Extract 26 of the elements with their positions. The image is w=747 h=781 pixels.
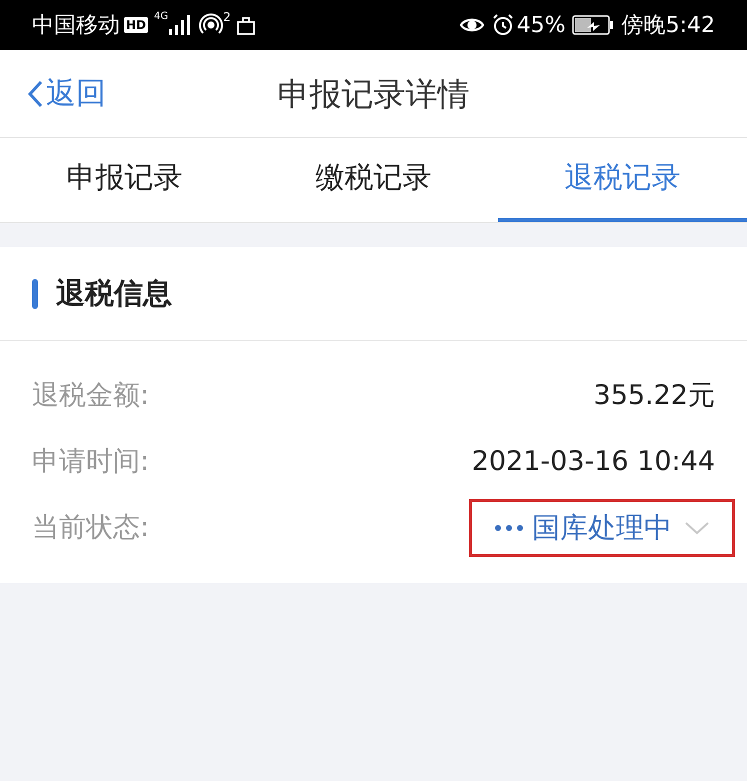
section-title: 退税信息 <box>56 274 172 312</box>
field-value: 355.22元 <box>594 378 715 413</box>
hotspot-count: 2 <box>223 9 231 26</box>
field-label: 申请时间: <box>32 444 150 479</box>
field-label: 退税金额: <box>32 378 150 413</box>
field-value: 2021-03-16 10:44 <box>472 444 715 479</box>
dots-icon <box>494 524 524 532</box>
back-button[interactable]: 返回 <box>26 71 106 116</box>
clock-time: 傍晚5:42 <box>622 12 715 40</box>
chevron-down-icon <box>684 521 710 535</box>
chevron-left-icon <box>26 78 44 108</box>
battery-charging-icon <box>572 15 614 35</box>
page-title: 申报记录详情 <box>278 74 470 114</box>
alarm-icon <box>490 13 515 37</box>
carrier-name: 中国移动 <box>32 12 120 40</box>
status-value[interactable]: 国库处理中 <box>469 499 735 557</box>
hd-badge: HD <box>124 17 148 33</box>
field-label: 当前状态: <box>32 510 150 545</box>
signal-icon <box>169 15 192 35</box>
battery-percent: 45% <box>516 12 566 40</box>
tab[interactable]: 申报记录 <box>0 138 249 222</box>
tab[interactable]: 退税记录 <box>498 138 747 222</box>
tab[interactable]: 缴税记录 <box>249 138 498 222</box>
accent-bar <box>32 278 38 308</box>
network-type: 4G <box>154 12 168 22</box>
bag-icon <box>234 14 257 36</box>
